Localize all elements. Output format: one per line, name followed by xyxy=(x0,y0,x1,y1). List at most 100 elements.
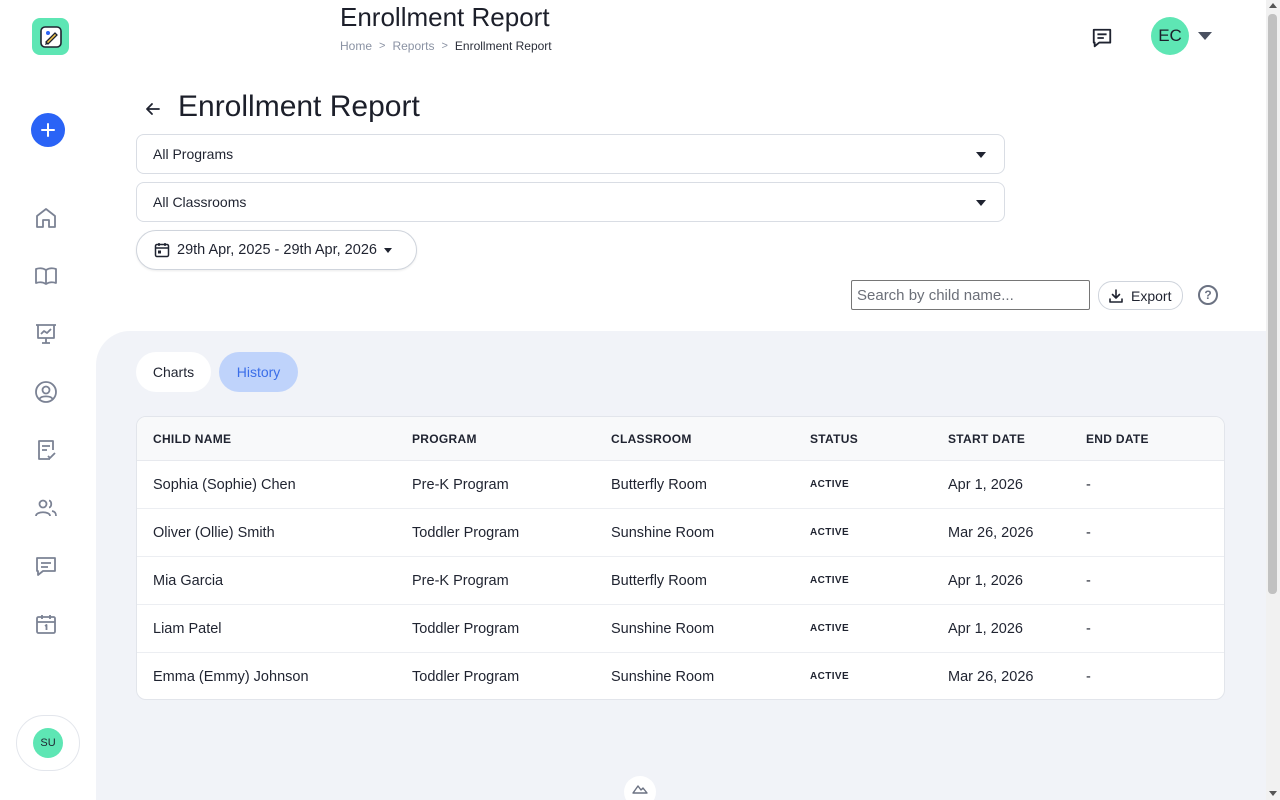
sidebar-item-curriculum[interactable] xyxy=(33,263,59,289)
app-logo[interactable] xyxy=(32,18,69,55)
status-badge: ACTIVE xyxy=(810,575,850,586)
classroom-select[interactable]: All Classrooms xyxy=(136,182,1005,222)
table-row[interactable]: Liam Patel Toddler Program Sunshine Room… xyxy=(137,605,1224,653)
sidebar-item-users[interactable] xyxy=(33,495,59,521)
scroll-down-icon[interactable] xyxy=(1269,791,1277,796)
tab-history[interactable]: History xyxy=(219,352,298,392)
caret-down-icon xyxy=(976,200,986,206)
classroom-select-value: All Classrooms xyxy=(153,194,247,210)
date-range-value: 29th Apr, 2025 - 29th Apr, 2026 xyxy=(177,242,377,258)
classroom: Sunshine Room xyxy=(611,669,715,685)
back-button[interactable] xyxy=(142,98,164,120)
add-button[interactable] xyxy=(31,113,65,147)
program: Toddler Program xyxy=(412,525,520,541)
table-header: CHILD NAME PROGRAM CLASSROOM STATUS STAR… xyxy=(137,417,1224,461)
child-name: Liam Patel xyxy=(153,621,222,637)
scrollbar[interactable] xyxy=(1266,0,1280,800)
start-date: Apr 1, 2026 xyxy=(948,621,1023,637)
sidebar-item-profile[interactable] xyxy=(33,379,59,405)
sidebar-item-messages[interactable] xyxy=(33,553,59,579)
program: Toddler Program xyxy=(412,669,520,685)
start-date: Mar 26, 2026 xyxy=(948,525,1034,541)
status-badge: ACTIVE xyxy=(810,527,850,538)
column-header[interactable]: CLASSROOM xyxy=(611,432,692,446)
column-header[interactable]: PROGRAM xyxy=(412,432,477,446)
breadcrumb-current: Enrollment Report xyxy=(454,39,552,53)
classroom: Sunshine Room xyxy=(611,525,715,541)
clipboard-check-icon xyxy=(38,440,56,460)
scroll-up-icon[interactable] xyxy=(1269,3,1277,8)
mountain-logo-icon xyxy=(632,785,648,794)
end-date: - xyxy=(1086,573,1091,589)
tab-charts[interactable]: Charts xyxy=(136,352,211,392)
caret-down-icon xyxy=(383,247,392,253)
current-user-menu[interactable]: SU xyxy=(16,715,80,771)
help-icon[interactable]: ? xyxy=(1198,285,1218,305)
header-title: Enrollment Report xyxy=(340,2,550,32)
pencil-logo-icon xyxy=(39,25,62,48)
export-button[interactable]: Export xyxy=(1098,281,1183,310)
column-header[interactable]: CHILD NAME xyxy=(153,432,231,446)
home-icon xyxy=(36,208,56,228)
message-icon xyxy=(1092,28,1112,48)
messages-button[interactable] xyxy=(1089,25,1115,51)
table-row[interactable]: Oliver (Ollie) Smith Toddler Program Sun… xyxy=(137,509,1224,557)
column-header[interactable]: START DATE xyxy=(948,432,1025,446)
breadcrumb-home[interactable]: Home xyxy=(340,39,372,53)
sidebar-item-checklist[interactable] xyxy=(33,437,59,463)
users-icon xyxy=(35,499,57,517)
book-icon xyxy=(35,267,57,285)
table-row[interactable]: Emma (Emmy) Johnson Toddler Program Suns… xyxy=(137,653,1224,699)
chevron-right-icon: > xyxy=(379,40,386,52)
column-header[interactable]: STATUS xyxy=(810,432,858,446)
program-select-value: All Programs xyxy=(153,146,234,162)
sidebar: SU xyxy=(0,0,96,800)
caret-down-icon xyxy=(976,152,986,158)
status-badge: ACTIVE xyxy=(810,479,850,490)
status-badge: ACTIVE xyxy=(810,623,850,634)
classroom: Butterfly Room xyxy=(611,477,707,493)
profile-icon xyxy=(35,381,57,403)
child-name: Emma (Emmy) Johnson xyxy=(153,669,309,685)
chevron-right-icon: > xyxy=(441,40,448,52)
child-name: Mia Garcia xyxy=(153,573,224,589)
end-date: - xyxy=(1086,621,1091,637)
child-name: Sophia (Sophie) Chen xyxy=(153,477,296,493)
calendar-icon xyxy=(36,615,56,634)
start-date: Apr 1, 2026 xyxy=(948,477,1023,493)
chevron-down-icon[interactable] xyxy=(1198,32,1212,40)
column-header[interactable]: END DATE xyxy=(1086,432,1149,446)
sidebar-item-reports[interactable] xyxy=(33,321,59,347)
page-title: Enrollment Report xyxy=(178,90,420,123)
avatar[interactable]: EC xyxy=(1151,17,1189,55)
child-name: Oliver (Ollie) Smith xyxy=(153,525,275,541)
avatar: SU xyxy=(33,728,63,758)
enrollment-table: CHILD NAME PROGRAM CLASSROOM STATUS STAR… xyxy=(136,416,1225,700)
devtools-toggle[interactable] xyxy=(624,776,656,800)
scroll-thumb[interactable] xyxy=(1268,14,1277,594)
search-input[interactable] xyxy=(851,280,1090,310)
sidebar-item-home[interactable] xyxy=(33,205,59,231)
sidebar-item-calendar[interactable] xyxy=(33,611,59,637)
table-row[interactable]: Mia Garcia Pre-K Program Butterfly Room … xyxy=(137,557,1224,605)
calendar-icon xyxy=(154,242,170,258)
date-range-picker[interactable]: 29th Apr, 2025 - 29th Apr, 2026 xyxy=(136,230,417,270)
presentation-icon xyxy=(36,324,56,344)
download-icon xyxy=(1109,288,1123,303)
status-badge: ACTIVE xyxy=(810,671,850,682)
start-date: Apr 1, 2026 xyxy=(948,573,1023,589)
chat-icon xyxy=(36,557,56,576)
classroom: Butterfly Room xyxy=(611,573,707,589)
end-date: - xyxy=(1086,669,1091,685)
end-date: - xyxy=(1086,525,1091,541)
program: Pre-K Program xyxy=(412,573,509,589)
start-date: Mar 26, 2026 xyxy=(948,669,1034,685)
export-label: Export xyxy=(1131,287,1172,304)
arrow-left-icon xyxy=(146,103,160,115)
plus-icon xyxy=(41,123,55,137)
breadcrumb: Home > Reports > Enrollment Report xyxy=(340,39,552,53)
program-select[interactable]: All Programs xyxy=(136,134,1005,174)
table-row[interactable]: Sophia (Sophie) Chen Pre-K Program Butte… xyxy=(137,461,1224,509)
program: Pre-K Program xyxy=(412,477,509,493)
breadcrumb-reports[interactable]: Reports xyxy=(392,39,434,53)
